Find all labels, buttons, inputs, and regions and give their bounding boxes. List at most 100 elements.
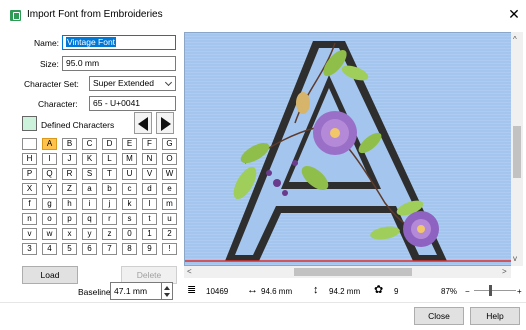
character-cell[interactable]: E [122, 138, 137, 150]
character-cell[interactable]: B [62, 138, 77, 150]
character-cell[interactable]: 0 [122, 228, 137, 240]
character-cell[interactable]: d [142, 183, 157, 195]
character-cell[interactable]: l [142, 198, 157, 210]
window-title: Import Font from Embroideries [27, 9, 163, 20]
character-cell[interactable]: k [122, 198, 137, 210]
character-cell[interactable]: A [42, 138, 57, 150]
character-cell[interactable]: K [82, 153, 97, 165]
character-field[interactable]: 65 - U+0041 [89, 96, 176, 111]
scroll-left-icon[interactable]: < [187, 267, 192, 277]
character-cell[interactable]: 9 [142, 243, 157, 255]
zoom-out-icon[interactable]: − [465, 287, 470, 296]
scroll-right-icon[interactable]: > [502, 267, 507, 277]
character-cell[interactable]: v [22, 228, 37, 240]
character-cell[interactable]: e [162, 183, 177, 195]
zoom-slider[interactable] [474, 290, 516, 291]
character-cell[interactable]: W [162, 168, 177, 180]
character-cell[interactable]: f [22, 198, 37, 210]
zoom-slider-thumb[interactable] [489, 285, 492, 296]
character-cell[interactable]: s [122, 213, 137, 225]
spin-down-icon [164, 293, 170, 297]
close-icon[interactable]: ✕ [506, 6, 522, 22]
character-cell[interactable]: r [102, 213, 117, 225]
character-cell[interactable]: ! [162, 243, 177, 255]
character-cell[interactable]: R [62, 168, 77, 180]
character-cell[interactable]: Q [42, 168, 57, 180]
character-cell[interactable]: O [162, 153, 177, 165]
defined-color-swatch [22, 116, 37, 131]
character-cell[interactable]: n [22, 213, 37, 225]
horizontal-scroll-thumb[interactable] [294, 268, 412, 276]
character-cell[interactable]: L [102, 153, 117, 165]
character-cell[interactable]: 1 [142, 228, 157, 240]
close-button[interactable]: Close [414, 307, 464, 325]
character-cell[interactable]: c [122, 183, 137, 195]
charset-select[interactable]: Super Extended [89, 76, 176, 91]
embroidery-preview[interactable] [184, 32, 514, 266]
character-cell[interactable]: C [82, 138, 97, 150]
charset-label: Character Set: [24, 79, 79, 89]
flower-bud [296, 92, 310, 114]
vertical-scrollbar[interactable]: ^ v [511, 32, 523, 266]
character-cell[interactable]: F [142, 138, 157, 150]
character-cell[interactable] [22, 138, 37, 150]
character-cell[interactable]: u [162, 213, 177, 225]
character-cell[interactable]: Z [62, 183, 77, 195]
character-cell[interactable]: t [142, 213, 157, 225]
stitch-count-icon: ≣ [187, 284, 197, 296]
design-height: 94.2 mm [329, 287, 361, 296]
character-cell[interactable]: I [42, 153, 57, 165]
name-field[interactable]: Vintage Font [62, 35, 176, 50]
charset-value: Super Extended [93, 78, 154, 88]
character-cell[interactable]: y [82, 228, 97, 240]
character-cell[interactable]: D [102, 138, 117, 150]
character-cell[interactable]: a [82, 183, 97, 195]
character-cell[interactable]: x [62, 228, 77, 240]
character-cell[interactable]: q [82, 213, 97, 225]
baseline-field[interactable]: 47.1 mm [110, 282, 162, 300]
character-cell[interactable]: h [62, 198, 77, 210]
character-cell[interactable]: m [162, 198, 177, 210]
vertical-scroll-thumb[interactable] [513, 126, 521, 178]
character-cell[interactable]: U [122, 168, 137, 180]
size-field[interactable]: 95.0 mm [62, 56, 176, 71]
character-cell[interactable]: j [102, 198, 117, 210]
character-cell[interactable]: N [142, 153, 157, 165]
load-button[interactable]: Load [22, 266, 78, 284]
horizontal-scrollbar[interactable]: < > [184, 266, 511, 278]
character-cell[interactable]: J [62, 153, 77, 165]
flower-small-center [417, 225, 425, 233]
character-cell[interactable]: Y [42, 183, 57, 195]
character-cell[interactable]: i [82, 198, 97, 210]
character-cell[interactable]: 4 [42, 243, 57, 255]
character-cell[interactable]: S [82, 168, 97, 180]
previous-character-button[interactable] [134, 112, 152, 134]
character-cell[interactable]: T [102, 168, 117, 180]
next-character-button[interactable] [156, 112, 174, 134]
character-cell[interactable]: w [42, 228, 57, 240]
character-cell[interactable]: g [42, 198, 57, 210]
character-cell[interactable]: 2 [162, 228, 177, 240]
baseline-spinner[interactable] [162, 282, 173, 300]
character-cell[interactable]: p [62, 213, 77, 225]
character-cell[interactable]: 7 [102, 243, 117, 255]
character-cell[interactable]: 3 [22, 243, 37, 255]
character-cell[interactable]: V [142, 168, 157, 180]
character-cell[interactable]: z [102, 228, 117, 240]
color-count: 9 [394, 287, 399, 296]
scroll-up-icon[interactable]: ^ [513, 35, 517, 45]
character-cell[interactable]: X [22, 183, 37, 195]
character-cell[interactable]: H [22, 153, 37, 165]
character-cell[interactable]: 6 [82, 243, 97, 255]
zoom-in-icon[interactable]: + [517, 287, 522, 296]
character-cell[interactable]: o [42, 213, 57, 225]
berry [273, 179, 281, 187]
character-cell[interactable]: b [102, 183, 117, 195]
character-cell[interactable]: G [162, 138, 177, 150]
scroll-down-icon[interactable]: v [513, 254, 517, 264]
help-button[interactable]: Help [470, 307, 520, 325]
character-cell[interactable]: 5 [62, 243, 77, 255]
character-cell[interactable]: 8 [122, 243, 137, 255]
character-cell[interactable]: M [122, 153, 137, 165]
character-cell[interactable]: P [22, 168, 37, 180]
